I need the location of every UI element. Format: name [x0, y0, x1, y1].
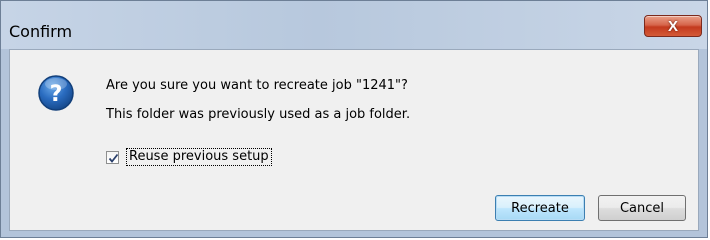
- svg-text:?: ?: [50, 82, 63, 107]
- confirm-dialog-window: Confirm X ? Are you sure you want to rec…: [0, 0, 708, 238]
- dialog-content: ? Are you sure you want to recreate job …: [9, 49, 699, 231]
- reuse-setup-checkbox[interactable]: [106, 150, 119, 164]
- title-bar[interactable]: Confirm X: [1, 1, 707, 49]
- question-icon: ?: [38, 75, 74, 111]
- reuse-setup-checkbox-row[interactable]: Reuse previous setup: [106, 148, 272, 166]
- close-button[interactable]: X: [644, 15, 702, 37]
- message-line-1: Are you sure you want to recreate job "1…: [106, 78, 408, 93]
- message-line-2: This folder was previously used as a job…: [106, 107, 411, 122]
- window-title: Confirm: [9, 22, 73, 41]
- close-icon: X: [667, 17, 678, 35]
- recreate-button[interactable]: Recreate: [495, 195, 585, 221]
- reuse-setup-label[interactable]: Reuse previous setup: [126, 148, 272, 166]
- cancel-button[interactable]: Cancel: [598, 195, 686, 221]
- checkmark-icon: [108, 153, 119, 163]
